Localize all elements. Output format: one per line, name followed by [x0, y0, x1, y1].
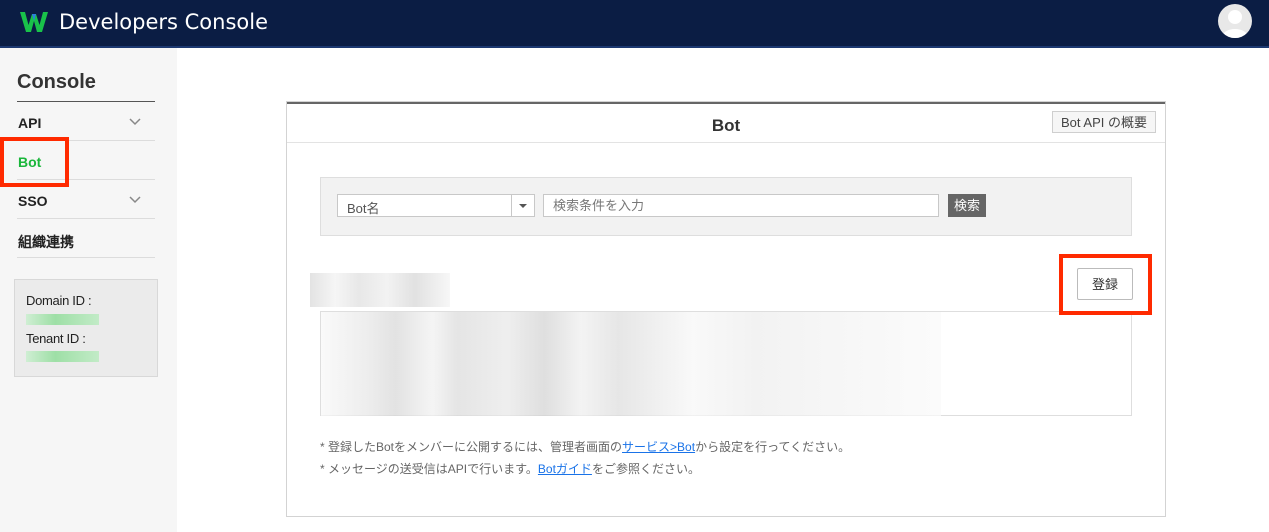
highlight-register-button — [1059, 254, 1152, 315]
domain-id-value — [26, 314, 99, 325]
search-field-select[interactable]: Bot名 — [337, 194, 535, 217]
note-messaging: * メッセージの送受信はAPIで行います。Botガイドをご参照ください。 — [320, 460, 700, 477]
id-info-box: Domain ID : Tenant ID : — [14, 279, 158, 377]
sidebar-heading: Console — [17, 71, 96, 93]
user-avatar-icon[interactable] — [1218, 4, 1252, 38]
caret-down-icon — [519, 204, 527, 208]
note-text: * 登録したBotをメンバーに公開するには、管理者画面の — [320, 440, 623, 454]
tenant-id-value — [26, 351, 99, 362]
chevron-down-icon — [129, 196, 141, 204]
note-text: をご参照ください。 — [591, 462, 700, 476]
bot-list — [320, 312, 1132, 416]
page-title: Bot — [711, 116, 741, 135]
sidebar-item-label: API — [18, 115, 42, 131]
app-title: Developers Console — [59, 10, 268, 34]
blurred-content — [321, 312, 941, 416]
search-button[interactable]: 検索 — [948, 194, 987, 217]
services-bot-link[interactable]: サービス>Bot — [622, 440, 695, 454]
blurred-content — [310, 273, 450, 307]
chevron-down-icon — [129, 118, 141, 126]
search-area: Bot名 検索 — [320, 177, 1132, 236]
note-text: * メッセージの送受信はAPIで行います。 — [320, 462, 538, 476]
sidebar-item-label: 組織連携 — [18, 234, 74, 250]
bot-guide-link[interactable]: Botガイド — [538, 462, 592, 476]
search-field-value: Bot名 — [347, 201, 380, 216]
dropdown-toggle[interactable] — [511, 195, 534, 216]
bot-panel: Bot Bot API の概要 Bot名 検索 登録 * 登録したBotをメンバ… — [286, 101, 1166, 517]
tenant-id-label: Tenant ID : — [26, 331, 86, 346]
sidebar-item-api[interactable]: API — [17, 102, 155, 141]
bot-api-overview-button[interactable]: Bot API の概要 — [1052, 111, 1156, 133]
divider — [287, 142, 1165, 143]
divider — [287, 102, 1165, 104]
search-input[interactable] — [543, 194, 939, 217]
works-logo-icon[interactable] — [19, 10, 49, 34]
sidebar-item-org-link[interactable]: 組織連携 — [17, 219, 155, 258]
highlight-bot-menu — [0, 137, 69, 187]
sidebar: Console API Bot SSO 組織連携 Domain ID : Ten… — [0, 48, 177, 532]
note-text: から設定を行ってください。 — [695, 440, 851, 454]
top-bar: Developers Console — [0, 0, 1269, 48]
note-publish: * 登録したBotをメンバーに公開するには、管理者画面のサービス>Botから設定… — [320, 438, 850, 455]
sidebar-item-label: SSO — [18, 193, 48, 209]
domain-id-label: Domain ID : — [26, 293, 92, 308]
